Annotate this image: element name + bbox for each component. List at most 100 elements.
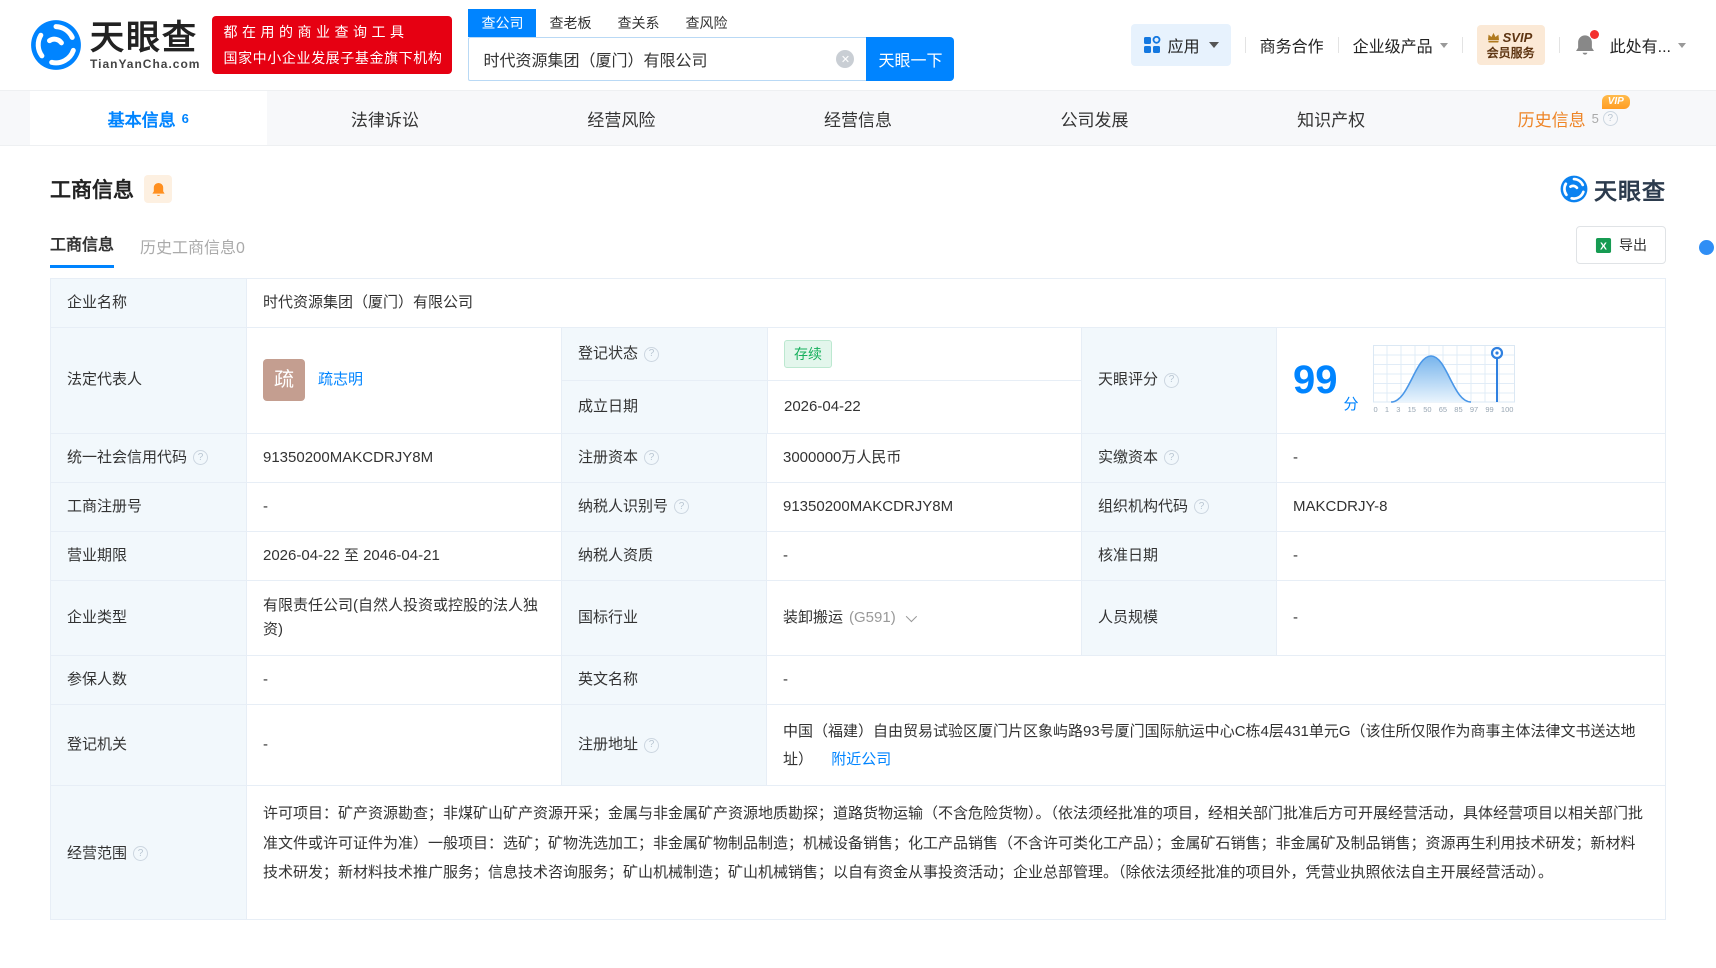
help-icon[interactable] (1164, 450, 1180, 466)
search-input[interactable] (469, 38, 867, 80)
help-icon[interactable] (674, 499, 690, 515)
search-tab-risk[interactable]: 查风险 (672, 9, 740, 37)
tab-intellectual-property[interactable]: 知识产权 (1213, 91, 1450, 145)
search-button[interactable]: 天眼一下 (866, 37, 955, 81)
org-code-value: MAKCDRJY-8 (1276, 482, 1665, 531)
notifications-button[interactable] (1574, 30, 1599, 57)
legal-rep-label: 法定代表人 (51, 328, 246, 433)
tianyancha-logo[interactable]: 天眼查 TianYanCha.com (30, 19, 200, 71)
score-cell[interactable]: 99 分 0 1 3 15 50 65 85 97 99 100 (1276, 328, 1665, 433)
excel-icon: X (1595, 237, 1612, 253)
approval-date-value: - (1276, 531, 1665, 580)
tab-history-info[interactable]: 历史信息 5 VIP (1449, 91, 1686, 145)
credit-code-value: 91350200MAKCDRJY8M (246, 433, 561, 482)
search-tab-boss[interactable]: 查老板 (536, 9, 604, 37)
english-name-value: - (766, 655, 1665, 704)
svip-line2: 会员服务 (1486, 45, 1535, 60)
floating-widget[interactable] (1699, 240, 1714, 255)
tab-business-info[interactable]: 经营信息 (740, 91, 977, 145)
help-icon[interactable] (644, 450, 660, 466)
score-value: 99 (1293, 358, 1338, 403)
status-badge: 存续 (784, 340, 832, 369)
subtab-history-business-info[interactable]: 历史工商信息0 (140, 234, 245, 268)
user-menu[interactable]: 此处有... (1610, 33, 1686, 57)
tab-legal-proceedings[interactable]: 法律诉讼 (267, 91, 504, 145)
approval-date-label: 核准日期 (1081, 531, 1276, 580)
section-title: 工商信息 (50, 179, 134, 202)
help-icon[interactable] (1194, 499, 1210, 515)
search-tab-company[interactable]: 查公司 (468, 9, 537, 37)
insured-label: 参保人数 (51, 655, 246, 704)
export-button[interactable]: X 导出 (1576, 226, 1666, 264)
subtab-business-info[interactable]: 工商信息 (50, 231, 115, 268)
help-icon[interactable] (133, 845, 149, 861)
score-unit: 分 (1343, 395, 1359, 413)
avatar[interactable]: 疏 (263, 359, 305, 402)
tab-label: 公司发展 (1060, 110, 1129, 130)
apps-button[interactable]: 应用 (1130, 24, 1231, 66)
crown-icon (1487, 33, 1499, 43)
promo-line1: 都在用的商业查询工具 (223, 24, 409, 40)
tab-operational-risk[interactable]: 经营风险 (503, 91, 740, 145)
score-distribution-chart (1372, 344, 1515, 403)
table-row: 参保人数 - 英文名称 - (51, 654, 1665, 704)
reg-no-label: 工商注册号 (51, 482, 246, 531)
industry-cell[interactable]: 装卸搬运 (G591) (766, 580, 1081, 655)
tick: 15 (1407, 404, 1416, 414)
subscribe-bell-button[interactable] (144, 175, 172, 203)
svip-member-button[interactable]: SVIP 会员服务 (1476, 25, 1545, 65)
label-text: 登记状态 (578, 345, 639, 363)
business-info-table: 企业名称 时代资源集团（厦门）有限公司 法定代表人 疏 疏志明 登记状态 存续 … (50, 278, 1666, 921)
tianyancha-logo-icon (1560, 175, 1588, 203)
reg-status-cell: 存续 (767, 328, 1082, 381)
watermark-text: 天眼查 (1594, 178, 1666, 204)
label-text: 组织机构代码 (1098, 497, 1189, 515)
legal-rep-cell: 疏 疏志明 (246, 328, 561, 433)
search-tab-relation[interactable]: 查关系 (604, 9, 672, 37)
label-text: 纳税人识别号 (578, 497, 669, 515)
table-row: 统一社会信用代码 91350200MAKCDRJY8M 注册资本 3000000… (51, 432, 1665, 482)
chevron-down-icon[interactable] (905, 610, 917, 623)
score-chart-x-axis: 0 1 3 15 50 65 85 97 99 100 (1373, 404, 1515, 416)
tick: 1 (1384, 404, 1390, 414)
help-icon[interactable] (644, 737, 660, 753)
tick: 99 (1485, 404, 1494, 414)
reg-capital-label: 注册资本 (561, 433, 766, 482)
nav-enterprise-products[interactable]: 企业级产品 (1353, 33, 1448, 57)
tick: 50 (1423, 404, 1432, 414)
section-header: 工商信息 天眼查 (0, 146, 1716, 206)
term-label: 营业期限 (51, 531, 246, 580)
tab-count: 6 (181, 110, 189, 126)
tab-count: 5 (1591, 110, 1599, 126)
taxpayer-quality-label: 纳税人资质 (561, 531, 766, 580)
company-name-value: 时代资源集团（厦门）有限公司 (246, 279, 1665, 327)
table-row: 企业类型 有限责任公司(自然人投资或控股的法人独资) 国标行业 装卸搬运 (G5… (51, 579, 1665, 655)
promo-line2: 国家中小企业发展子基金旗下机构 (223, 50, 443, 66)
tab-label: 基本信息 (107, 110, 176, 130)
industry-code: (G591) (849, 608, 896, 626)
help-icon[interactable] (1164, 372, 1180, 388)
score-chart: 0 1 3 15 50 65 85 97 99 100 (1372, 344, 1515, 416)
help-icon[interactable] (644, 346, 660, 362)
table-row: 营业期限 2026-04-22 至 2046-04-21 纳税人资质 - 核准日… (51, 530, 1665, 580)
nav-cooperation[interactable]: 商务合作 (1260, 33, 1324, 57)
divider (1558, 37, 1560, 53)
score-label-cell: 天眼评分 (1081, 328, 1276, 433)
subtabs-row: 工商信息 历史工商信息0 X 导出 (0, 206, 1716, 268)
tab-basic-info[interactable]: 基本信息 6 (30, 91, 267, 145)
tick: 65 (1438, 404, 1448, 414)
apps-grid-icon (1143, 36, 1160, 53)
industry-label: 国标行业 (561, 580, 766, 655)
help-icon[interactable] (193, 450, 209, 466)
tab-company-development[interactable]: 公司发展 (976, 91, 1213, 145)
tianyancha-watermark: 天眼查 (1560, 172, 1666, 206)
top-header: 天眼查 TianYanCha.com 都在用的商业查询工具 国家中小企业发展子基… (0, 0, 1716, 90)
reg-authority-value: - (246, 704, 561, 786)
help-icon[interactable] (1602, 110, 1618, 126)
est-date-label: 成立日期 (562, 380, 767, 433)
divider (1461, 37, 1463, 53)
label-text: 注册地址 (578, 736, 639, 754)
nearby-companies-link[interactable]: 附近公司 (831, 751, 891, 768)
legal-rep-link[interactable]: 疏志明 (318, 368, 363, 392)
search-input-wrap (468, 37, 867, 81)
